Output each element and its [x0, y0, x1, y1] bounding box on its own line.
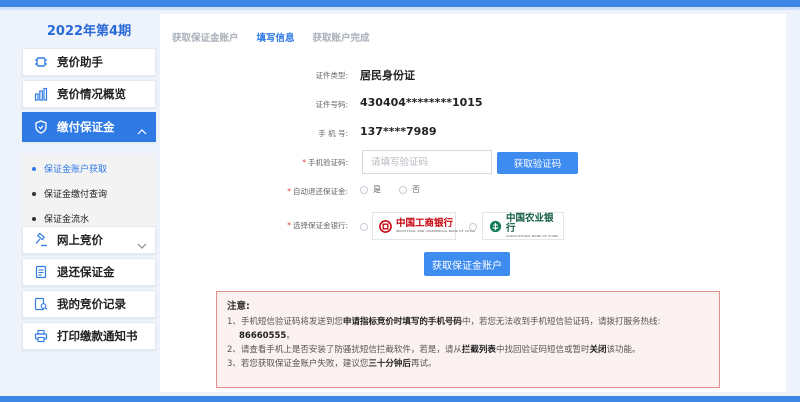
sms-code-label-text: 手机验证码:	[307, 158, 348, 167]
step-fill-info: 填写信息	[256, 33, 295, 44]
auto-refund-label: * 自动退还保证金:	[287, 186, 348, 197]
abc-logo-icon	[489, 220, 502, 233]
printer-icon	[33, 328, 49, 344]
assistant-icon	[33, 54, 49, 70]
step-tabs: 获取保证金账户 填写信息 获取账户完成	[172, 30, 370, 44]
auto-refund-yes-radio[interactable]	[360, 185, 368, 194]
phone-label: 手 机 号:	[318, 129, 348, 138]
auto-refund-label-text: 自动退还保证金:	[292, 187, 348, 196]
bank-select-label-text: 选择保证金银行:	[292, 221, 348, 230]
shield-icon	[33, 119, 49, 135]
icbc-name-en: INDUSTRIAL AND COMMERCIAL BANK OF CHINA	[396, 229, 476, 233]
icbc-radio[interactable]	[360, 223, 368, 231]
auto-refund-options: 是 否	[360, 184, 420, 195]
get-deposit-account-button[interactable]: 获取保证金账户	[424, 252, 510, 276]
chevron-up-icon	[137, 121, 147, 140]
auto-refund-yes-label: 是	[373, 185, 381, 194]
top-banner	[0, 0, 800, 10]
notice-box: 注意: 1、手机短信验证码将发送到您申请指标竞价时填写的手机号码中，若您无法收到…	[216, 291, 720, 388]
step-get-deposit-account: 获取保证金账户	[172, 33, 239, 44]
auto-refund-no-radio[interactable]	[399, 185, 407, 194]
sidebar-item-label: 网上竞价	[57, 233, 103, 247]
sidebar-item-label: 退还保证金	[57, 265, 115, 279]
abc-radio[interactable]	[469, 223, 477, 231]
main-panel: 获取保证金账户 填写信息 获取账户完成 证件类型: 居民身份证 证件号码: 43…	[160, 14, 786, 392]
sms-code-input[interactable]	[362, 150, 492, 174]
sidebar-item-bidding-assistant[interactable]: 竞价助手	[22, 48, 156, 76]
icbc-text: 中国工商银行 INDUSTRIAL AND COMMERCIAL BANK OF…	[396, 218, 476, 234]
notice-hotline: 86660555。	[239, 331, 295, 341]
id-type-label: 证件类型:	[315, 71, 348, 80]
sidebar-item-bidding-records[interactable]: 我的竞价记录	[22, 290, 156, 318]
sidebar-item-refund-deposit[interactable]: 退还保证金	[22, 258, 156, 286]
submenu-item-deposit-account[interactable]: 保证金账户获取	[32, 162, 107, 175]
hotline-number: 86660555	[239, 331, 287, 341]
sidebar-item-label: 打印缴款通知书	[57, 329, 138, 343]
sidebar: 2022年第4期 竞价助手 竞价情况概览 缴付保证金 保证金账户获取 保证金缴付…	[18, 14, 160, 392]
get-sms-code-button[interactable]: 获取验证码	[497, 152, 578, 174]
bottom-banner	[0, 396, 800, 402]
id-number-label: 证件号码:	[315, 100, 348, 109]
gavel-icon	[33, 232, 49, 248]
sidebar-item-label: 缴付保证金	[57, 120, 115, 134]
icbc-bank-option[interactable]: 中国工商银行 INDUSTRIAL AND COMMERCIAL BANK OF…	[372, 212, 475, 240]
auto-refund-no-label: 否	[412, 185, 420, 194]
submenu-item-deposit-query[interactable]: 保证金缴付查询	[32, 187, 107, 200]
sidebar-item-label: 竞价情况概览	[57, 87, 126, 101]
icbc-name: 中国工商银行	[396, 218, 454, 229]
submenu-item-label: 保证金流水	[44, 215, 90, 225]
abc-name-en: AGRICULTURAL BANK OF CHINA	[506, 234, 559, 238]
sms-code-label: * 手机验证码:	[302, 157, 348, 168]
abc-text: 中国农业银行 AGRICULTURAL BANK OF CHINA	[506, 213, 559, 239]
bar-chart-icon	[33, 86, 49, 102]
sidebar-item-label: 我的竞价记录	[57, 297, 126, 311]
notice-line-1: 1、手机短信验证码将发送到您申请指标竞价时填写的手机号码中，若您无法收到手机短信…	[227, 317, 661, 327]
id-number-value: 430404********1015	[360, 96, 483, 109]
phone-value: 137****7989	[360, 125, 437, 138]
period-title: 2022年第4期	[46, 24, 132, 39]
icbc-logo-icon	[379, 219, 392, 233]
record-search-icon	[33, 296, 49, 312]
step-account-complete: 获取账户完成	[312, 33, 370, 44]
abc-name: 中国农业银行	[506, 213, 554, 234]
chevron-down-icon	[137, 235, 147, 254]
abc-bank-option[interactable]: 中国农业银行 AGRICULTURAL BANK OF CHINA	[482, 212, 564, 240]
refund-document-icon	[33, 264, 49, 280]
sidebar-item-bidding-overview[interactable]: 竞价情况概览	[22, 80, 156, 108]
sidebar-item-pay-deposit[interactable]: 缴付保证金	[22, 112, 156, 142]
sidebar-item-online-bidding[interactable]: 网上竞价	[22, 226, 156, 254]
notice-line-2: 2、请查看手机上是否安装了防骚扰短信拦截软件，若是，请从拦截列表中找回验证码短信…	[227, 345, 641, 355]
submenu-item-label: 保证金缴付查询	[44, 190, 108, 200]
sidebar-item-print-notice[interactable]: 打印缴款通知书	[22, 322, 156, 350]
bullet-icon	[32, 166, 36, 171]
submenu-pay-deposit: 保证金账户获取 保证金缴付查询 保证金流水	[22, 154, 156, 234]
required-star: *	[287, 221, 291, 230]
sidebar-item-label: 竞价助手	[57, 55, 103, 69]
bullet-icon	[32, 191, 36, 196]
notice-line-3: 3、若您获取保证金账户失败，建议您三十分钟后再试。	[227, 359, 437, 369]
required-star: *	[302, 158, 306, 167]
submenu-item-label: 保证金账户获取	[44, 165, 108, 175]
required-star: *	[287, 187, 291, 196]
bank-select-label: * 选择保证金银行:	[287, 220, 348, 231]
id-type-value: 居民身份证	[360, 69, 415, 82]
submenu-item-deposit-flow[interactable]: 保证金流水	[32, 212, 89, 225]
notice-title: 注意:	[227, 301, 250, 312]
bullet-icon	[32, 216, 36, 221]
